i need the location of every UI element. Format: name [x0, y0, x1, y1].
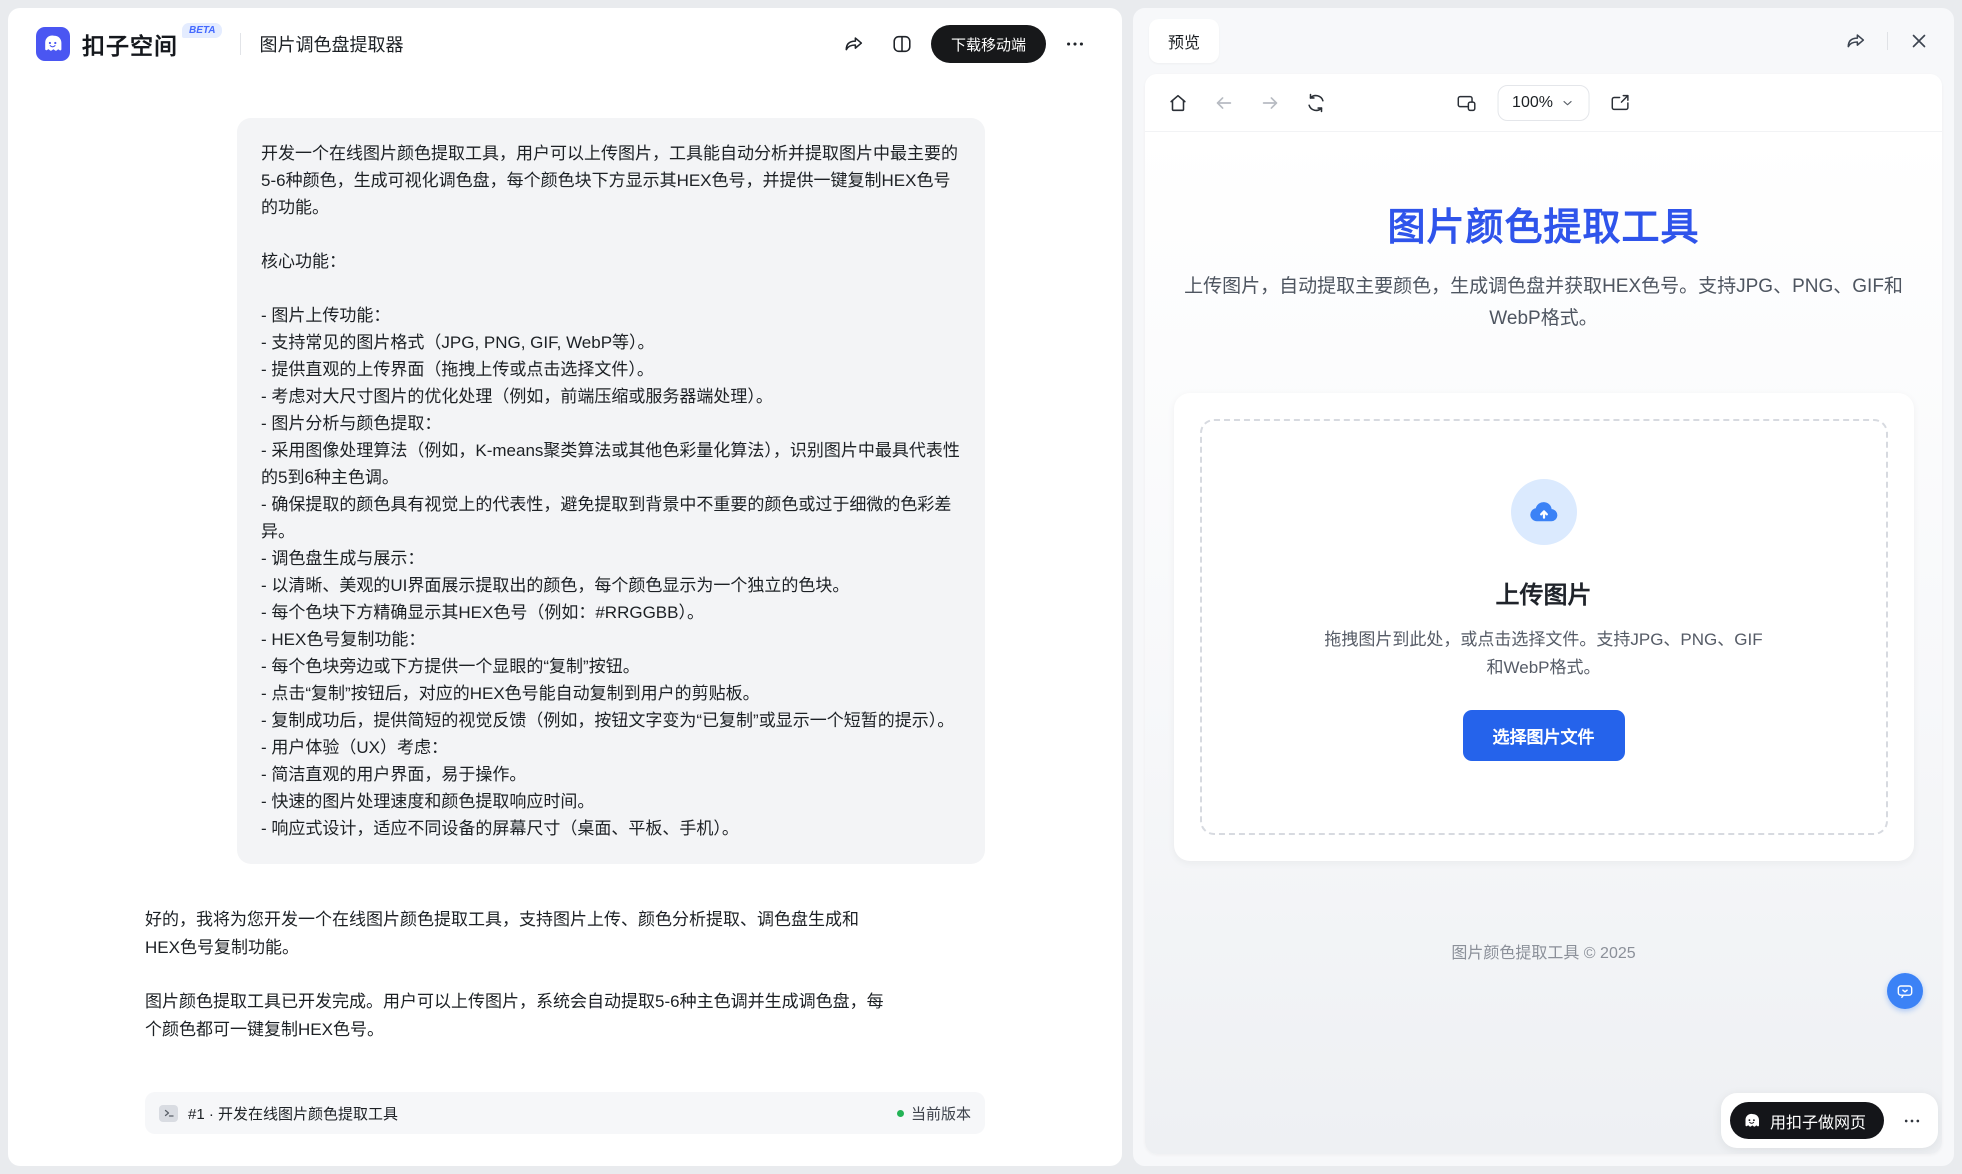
upload-cloud-badge [1511, 479, 1577, 545]
assistant-message-2: 图片颜色提取工具已开发完成。用户可以上传图片，系统会自动提取5-6种主色调并生成… [145, 988, 890, 1044]
version-status: 当前版本 [911, 1103, 971, 1124]
home-button[interactable] [1159, 84, 1197, 122]
upload-heading: 上传图片 [1242, 575, 1846, 610]
refresh-icon [1305, 92, 1327, 114]
preview-panel: 预览 [1133, 8, 1954, 1166]
upload-card: 上传图片 拖拽图片到此处，或点击选择文件。支持JPG、PNG、GIF和WebP格… [1174, 393, 1914, 861]
more-button[interactable] [1056, 25, 1094, 63]
terminal-icon [159, 1105, 178, 1122]
coze-branding-button[interactable]: 用扣子做网页 [1730, 1102, 1884, 1139]
tab-preview[interactable]: 预览 [1149, 19, 1219, 63]
user-message-bubble: 开发一个在线图片颜色提取工具，用户可以上传图片，工具能自动分析并提取图片中最主要… [237, 118, 985, 864]
preview-page[interactable]: 图片颜色提取工具 上传图片，自动提取主要颜色，生成调色盘并获取HEX色号。支持J… [1145, 132, 1942, 1154]
doc-title: 图片调色盘提取器 [259, 31, 403, 57]
close-icon [1908, 30, 1930, 52]
open-in-new-window-button[interactable] [1602, 84, 1640, 122]
chat-scroll-area[interactable]: 开发一个在线图片颜色提取工具，用户可以上传图片，工具能自动分析并提取图片中最主要… [8, 80, 1122, 1166]
branding-label: 用扣子做网页 [1770, 1109, 1866, 1133]
device-preview-button[interactable] [1447, 84, 1485, 122]
open-external-icon [1610, 92, 1632, 114]
version-bar[interactable]: #1 · 开发在线图片颜色提取工具 当前版本 [145, 1092, 985, 1134]
brand: 扣子空间 BETA [82, 27, 222, 61]
share-button[interactable] [835, 25, 873, 63]
workspace-panel: 扣子空间 BETA 图片调色盘提取器 下载移动端 [8, 8, 1122, 1166]
header-divider [1887, 32, 1888, 50]
share-icon [843, 33, 865, 55]
more-icon [1064, 33, 1086, 55]
header-divider [240, 33, 241, 55]
zoom-select[interactable]: 100% [1497, 85, 1590, 121]
devices-icon [1455, 92, 1477, 114]
page-subtitle: 上传图片，自动提取主要颜色，生成调色盘并获取HEX色号。支持JPG、PNG、GI… [1164, 271, 1924, 335]
coze-mascot-icon [41, 32, 65, 56]
split-view-button[interactable] [883, 25, 921, 63]
webview-toolbar: 100% [1145, 74, 1942, 132]
preview-header: 预览 [1133, 8, 1954, 74]
cloud-upload-icon [1527, 495, 1561, 529]
arrow-right-icon [1259, 92, 1281, 114]
chat-fab[interactable] [1887, 973, 1923, 1009]
choose-file-button[interactable]: 选择图片文件 [1463, 710, 1625, 761]
version-label: #1 · 开发在线图片颜色提取工具 [188, 1103, 398, 1124]
preview-share-button[interactable] [1837, 22, 1875, 60]
home-icon [1167, 92, 1189, 114]
zoom-level: 100% [1512, 94, 1553, 112]
webview-container: 100% 图片颜色提取工具 上传图片，自动提取主要颜色，生成调色盘并获取HEX色… [1145, 74, 1942, 1154]
chevron-down-icon [1561, 96, 1575, 110]
share-icon [1845, 30, 1867, 52]
refresh-button[interactable] [1297, 84, 1335, 122]
page-footer: 图片颜色提取工具 © 2025 [1145, 939, 1942, 1003]
assistant-message-1: 好的，我将为您开发一个在线图片颜色提取工具，支持图片上传、颜色分析提取、调色盘生… [145, 906, 890, 962]
chat-bubble-icon [1895, 981, 1915, 1001]
more-icon [1902, 1111, 1922, 1131]
coze-logo [36, 27, 70, 61]
split-view-icon [891, 33, 913, 55]
arrow-left-icon [1213, 92, 1235, 114]
workspace-header: 扣子空间 BETA 图片调色盘提取器 下载移动端 [8, 8, 1122, 80]
page-title: 图片颜色提取工具 [1145, 196, 1942, 251]
back-button[interactable] [1205, 84, 1243, 122]
coze-mascot-icon [1742, 1111, 1762, 1131]
beta-badge: BETA [182, 23, 222, 38]
upload-description: 拖拽图片到此处，或点击选择文件。支持JPG、PNG、GIF和WebP格式。 [1321, 626, 1766, 682]
download-mobile-button[interactable]: 下载移动端 [931, 25, 1046, 63]
brand-title: 扣子空间 [82, 27, 178, 61]
branding-bar: 用扣子做网页 [1721, 1093, 1938, 1148]
upload-dropzone[interactable]: 上传图片 拖拽图片到此处，或点击选择文件。支持JPG、PNG、GIF和WebP格… [1200, 419, 1888, 835]
preview-close-button[interactable] [1900, 22, 1938, 60]
status-dot [897, 1110, 904, 1117]
forward-button[interactable] [1251, 84, 1289, 122]
branding-more-button[interactable] [1898, 1107, 1926, 1135]
